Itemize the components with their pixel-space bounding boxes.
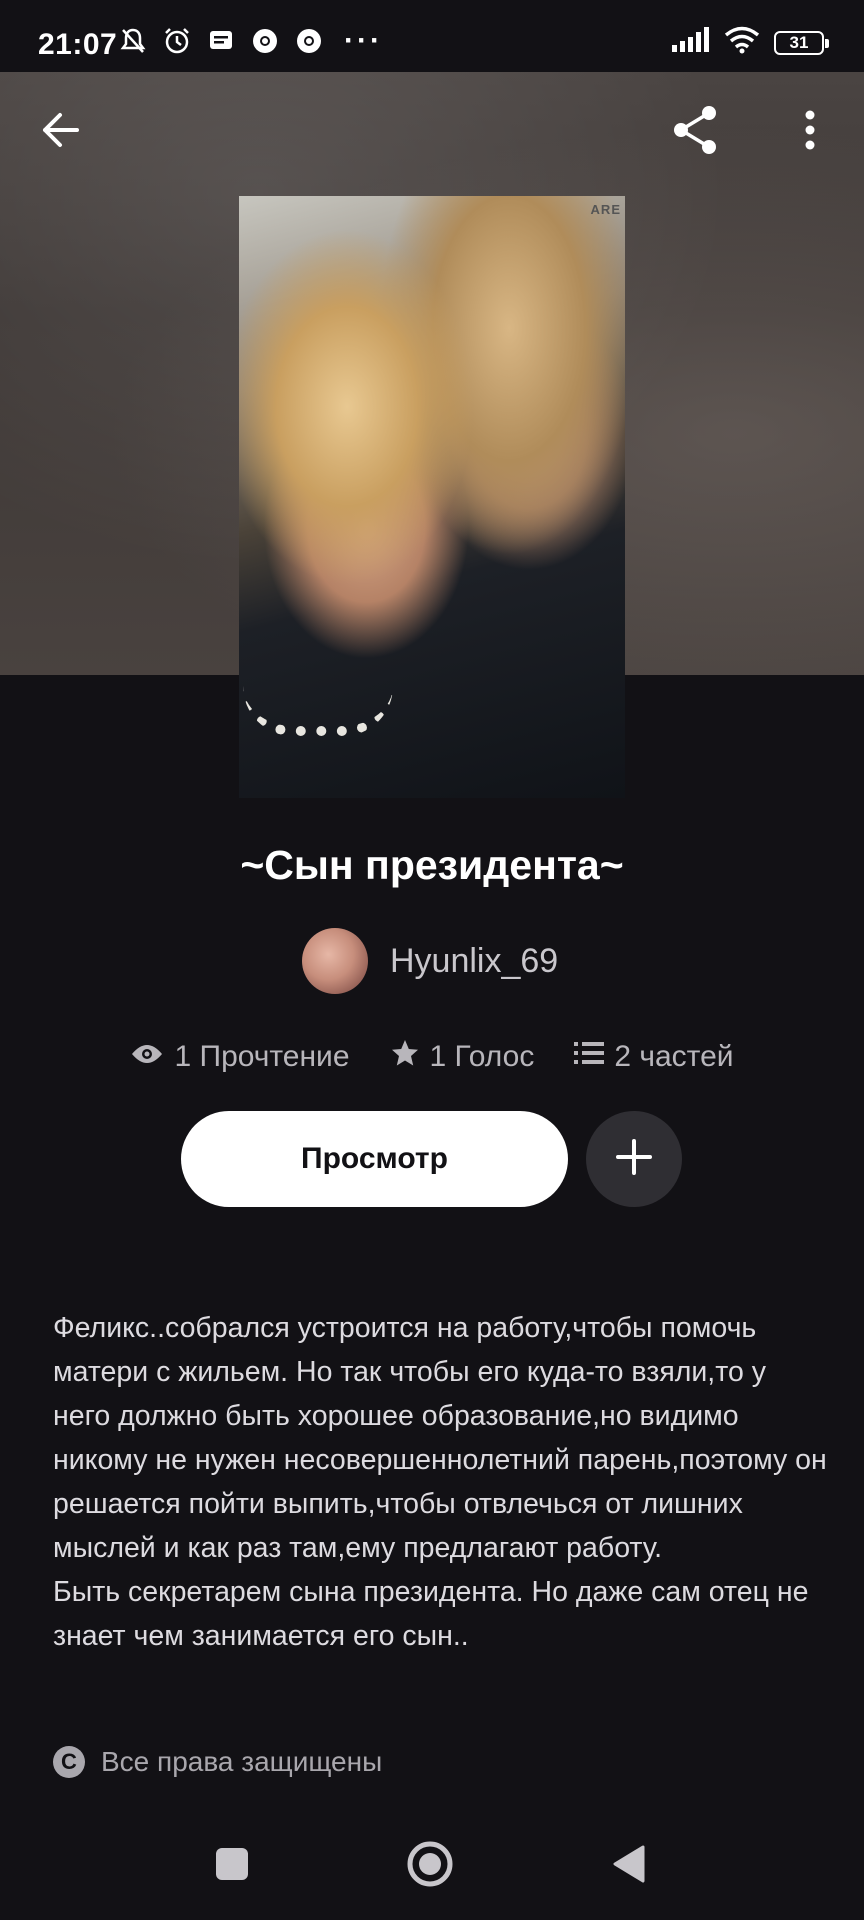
avatar (302, 928, 368, 994)
notification-icons: ··· (118, 26, 383, 56)
home-button[interactable] (395, 1836, 465, 1896)
recents-button[interactable] (197, 1836, 267, 1896)
votes-count: 1 Голос (429, 1040, 535, 1073)
battery-icon: 31 (774, 30, 829, 55)
parts-count: 2 частей (614, 1040, 734, 1073)
copyright-icon: C (53, 1746, 85, 1778)
chrome-icon (250, 26, 280, 56)
back-button[interactable] (30, 100, 90, 164)
plus-icon (615, 1138, 653, 1181)
cover-detail (243, 686, 393, 736)
arrow-left-icon (40, 112, 80, 153)
more-options-button[interactable] (780, 100, 840, 164)
author-link[interactable]: Hyunlix_69 (302, 928, 558, 994)
more-vertical-icon (804, 110, 816, 155)
chrome-icon (294, 26, 324, 56)
share-icon (669, 103, 723, 162)
copyright-notice: C Все права защищены (53, 1746, 382, 1778)
muted-bell-icon (118, 26, 148, 56)
list-icon (574, 1040, 605, 1074)
parts-stat: 2 частей (574, 1038, 734, 1076)
cover-watermark: ARE (590, 202, 621, 217)
back-triangle-icon (611, 1844, 647, 1889)
message-icon (206, 26, 236, 56)
add-to-library-button[interactable] (586, 1111, 682, 1207)
story-description: Феликс..собрался устроится на работу,что… (53, 1312, 827, 1652)
votes-stat: 1 Голос (390, 1038, 535, 1076)
author-name: Hyunlix_69 (390, 941, 559, 980)
copyright-text: Все права защищены (101, 1746, 383, 1777)
more-dots-icon: ··· (344, 24, 383, 57)
share-button[interactable] (666, 100, 726, 164)
back-nav-button[interactable] (594, 1836, 664, 1896)
status-bar: 21:07 ··· 31 (0, 0, 864, 72)
story-title: ~Сын президента~ (240, 842, 624, 888)
alarm-icon (162, 26, 192, 56)
eye-icon (130, 1040, 164, 1074)
wifi-icon (724, 26, 760, 59)
status-time: 21:07 (38, 28, 118, 61)
square-icon (215, 1847, 249, 1886)
system-status-icons: 31 (672, 26, 829, 59)
story-cover-image[interactable]: ARE (239, 196, 625, 798)
star-icon (390, 1038, 420, 1076)
signal-icon (672, 27, 710, 58)
story-stats: 1 Прочтение 1 Голос 2 частей (0, 1038, 864, 1076)
home-circle-icon (406, 1840, 454, 1893)
reads-stat: 1 Прочтение (130, 1038, 350, 1076)
reads-count: 1 Прочтение (174, 1040, 350, 1073)
system-nav-bar (0, 1808, 864, 1920)
read-button[interactable]: Просмотр (181, 1111, 568, 1207)
